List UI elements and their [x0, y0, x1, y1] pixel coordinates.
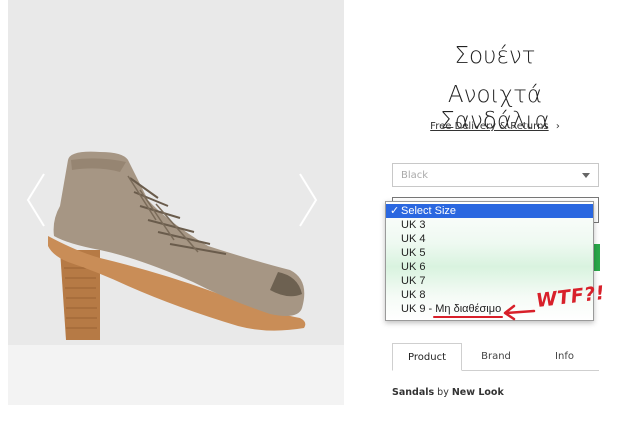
tab-brand[interactable]: Brand [462, 343, 530, 371]
size-option-uk3[interactable]: UK 3 [386, 218, 593, 232]
byline-by: by [437, 387, 449, 398]
size-option-uk5[interactable]: UK 5 [386, 246, 593, 260]
size-option-select-size[interactable]: ✓ Select Size [386, 204, 593, 218]
chevron-left-icon[interactable] [24, 172, 48, 228]
chevron-right-icon[interactable] [296, 172, 320, 228]
caret-down-icon [582, 173, 590, 178]
unavailable-label: Μη διαθέσιμο [433, 303, 504, 318]
product-image-gallery [8, 0, 344, 405]
colour-select-value: Black [401, 170, 429, 181]
product-tabs: Product Brand Info [392, 343, 599, 371]
annotation-underline [433, 316, 504, 318]
size-option-uk4[interactable]: UK 4 [386, 232, 593, 246]
chevron-right-small-icon: › [555, 121, 560, 132]
product-image-shoe[interactable] [8, 0, 344, 405]
delivery-info: Free Delivery & Returns › [390, 121, 600, 132]
size-option-uk6[interactable]: UK 6 [386, 260, 593, 274]
byline-category[interactable]: Sandals [392, 387, 434, 398]
free-delivery-link[interactable]: Free Delivery & Returns [430, 121, 548, 132]
colour-select[interactable]: Black [392, 163, 599, 187]
tab-info[interactable]: Info [530, 343, 599, 371]
tab-product[interactable]: Product [392, 343, 462, 371]
product-title-line1: Σουέντ [454, 43, 536, 69]
checkmark-icon: ✓ [390, 205, 400, 217]
byline-brand[interactable]: New Look [452, 387, 504, 398]
product-byline: Sandals by New Look [392, 387, 504, 398]
